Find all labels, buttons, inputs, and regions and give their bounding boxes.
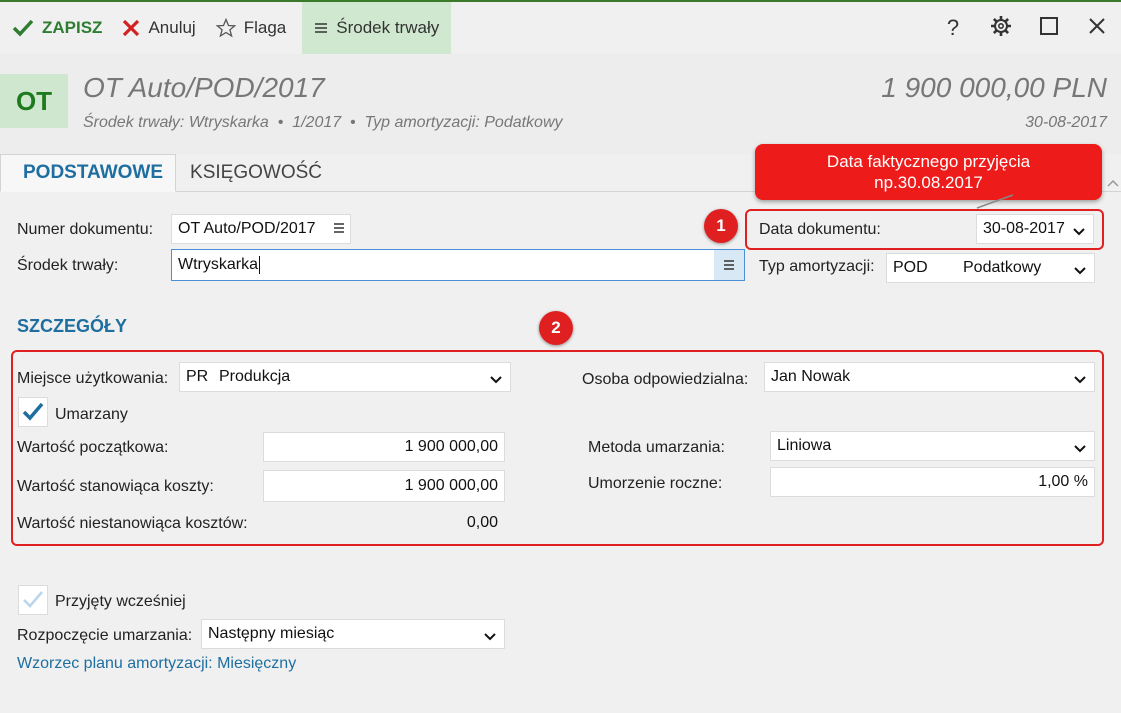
save-button[interactable]: ZAPISZ bbox=[0, 2, 112, 54]
doc-number-value: OT Auto/POD/2017 bbox=[178, 220, 316, 237]
amortization-plan-link[interactable]: Wzorzec planu amortyzacji: Miesięczny bbox=[17, 655, 296, 673]
cancel-label: Anuluj bbox=[148, 18, 196, 37]
annotation-marker-2: 2 bbox=[539, 311, 573, 345]
asset-label: Środek trwały: bbox=[17, 257, 119, 274]
menu-icon bbox=[314, 22, 328, 34]
help-button[interactable]: ? bbox=[929, 2, 977, 54]
start-label: Rozpoczęcie umarzania: bbox=[17, 627, 193, 644]
document-subtitle: Środek trwały: Wtryskarka • 1/2017 • Typ… bbox=[83, 114, 563, 131]
asset-list-button[interactable] bbox=[714, 250, 744, 280]
start-value: Następny miesiąc bbox=[208, 625, 335, 642]
document-amount: 1 900 000,00 PLN bbox=[881, 72, 1107, 103]
tab-accounting[interactable]: KSIĘGOWOŚĆ bbox=[176, 154, 336, 192]
amort-type-value: Podatkowy bbox=[963, 259, 1042, 276]
cancel-button[interactable]: Anuluj bbox=[112, 2, 205, 54]
save-label: ZAPISZ bbox=[42, 18, 103, 37]
chevron-down-icon bbox=[1074, 262, 1086, 280]
doc-number-label: Numer dokumentu: bbox=[17, 221, 154, 238]
toolbar: ZAPISZ Anuluj Flaga Środek trwały ? bbox=[0, 0, 1121, 54]
doc-number-field[interactable]: OT Auto/POD/2017 bbox=[171, 214, 351, 244]
close-button[interactable] bbox=[1073, 2, 1121, 54]
amort-type-label: Typ amortyzacji: bbox=[759, 258, 875, 275]
checkmark-icon bbox=[23, 591, 43, 608]
document-header: OT OT Auto/POD/2017 Środek trwały: Wtrys… bbox=[0, 54, 1121, 154]
tab-fixed-asset-label: Środek trwały bbox=[336, 18, 440, 37]
annotation-box-date bbox=[745, 209, 1104, 250]
annotation-marker-1: 1 bbox=[704, 209, 738, 243]
asset-input[interactable]: Wtryskarka bbox=[171, 249, 745, 281]
flag-label: Flaga bbox=[243, 18, 287, 37]
callout-pointer bbox=[976, 194, 1014, 209]
document-type-badge: OT bbox=[0, 74, 68, 128]
maximize-button[interactable] bbox=[1025, 2, 1073, 54]
annotation-box-details bbox=[11, 350, 1104, 546]
amort-type-select[interactable]: POD Podatkowy bbox=[886, 253, 1095, 283]
scroll-up-icon[interactable] bbox=[1107, 176, 1119, 190]
star-icon bbox=[215, 18, 236, 38]
gear-icon bbox=[990, 15, 1012, 42]
help-icon: ? bbox=[946, 15, 960, 40]
amort-type-code: POD bbox=[893, 259, 928, 276]
flag-button[interactable]: Flaga bbox=[206, 2, 297, 54]
close-icon bbox=[1088, 17, 1106, 40]
accepted-earlier-label: Przyjęty wcześniej bbox=[55, 593, 186, 610]
text-cursor bbox=[259, 256, 260, 274]
close-x-icon bbox=[122, 19, 140, 37]
list-icon[interactable] bbox=[332, 221, 346, 240]
tab-basic[interactable]: PODSTAWOWE bbox=[0, 154, 177, 192]
chevron-down-icon bbox=[484, 628, 496, 646]
start-select[interactable]: Następny miesiąc bbox=[201, 619, 505, 649]
checkmark-icon bbox=[12, 19, 34, 37]
maximize-icon bbox=[1039, 16, 1059, 41]
annotation-callout: Data faktycznego przyjęcia np.30.08.2017 bbox=[755, 144, 1102, 200]
details-section-title: SZCZEGÓŁY bbox=[17, 316, 128, 336]
list-icon bbox=[724, 260, 734, 270]
accepted-earlier-checkbox[interactable] bbox=[18, 585, 48, 615]
document-date: 30-08-2017 bbox=[1025, 114, 1107, 131]
settings-button[interactable] bbox=[977, 2, 1025, 54]
tab-fixed-asset[interactable]: Środek trwały bbox=[302, 2, 452, 54]
asset-value: Wtryskarka bbox=[178, 256, 258, 273]
document-title: OT Auto/POD/2017 bbox=[83, 72, 325, 103]
